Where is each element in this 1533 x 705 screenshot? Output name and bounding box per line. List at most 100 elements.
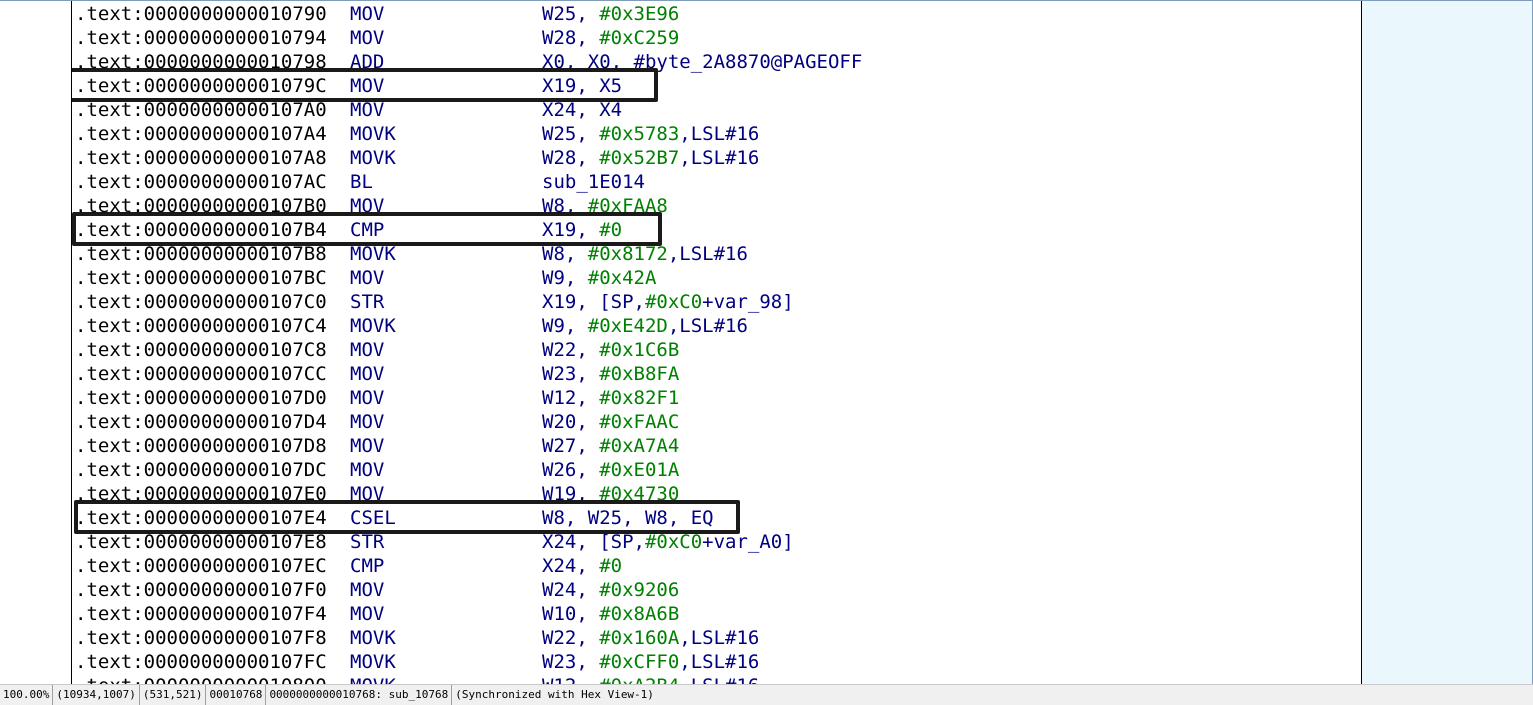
operand-immediate[interactable]: #0xCFF0 <box>599 651 679 673</box>
line-address[interactable]: .text:00000000000107F0 <box>75 578 327 602</box>
line-mnemonic[interactable]: MOV <box>350 602 384 626</box>
line-mnemonic[interactable]: MOVK <box>350 314 396 338</box>
operand-text[interactable]: W24, <box>542 579 599 601</box>
operand-text[interactable]: W22, <box>542 627 599 649</box>
line-mnemonic[interactable]: MOVK <box>350 674 396 684</box>
line-mnemonic[interactable]: MOVK <box>350 122 396 146</box>
line-address[interactable]: .text:00000000000107BC <box>75 266 327 290</box>
line-operands[interactable]: X24, [SP,#0xC0+var_A0] <box>542 530 794 554</box>
line-mnemonic[interactable]: MOV <box>350 458 384 482</box>
operand-text[interactable]: W25, <box>542 123 599 145</box>
operand-text[interactable]: W8, <box>542 195 588 217</box>
line-operands[interactable]: X24, X4 <box>542 98 622 122</box>
operand-text[interactable]: W19, <box>542 483 599 505</box>
line-address[interactable]: .text:00000000000107CC <box>75 362 327 386</box>
line-operands[interactable]: W20, #0xFAAC <box>542 410 679 434</box>
line-address[interactable]: .text:00000000000107B4 <box>75 218 327 242</box>
operand-immediate[interactable]: #0x3E96 <box>599 3 679 25</box>
line-address[interactable]: .text:00000000000107C4 <box>75 314 327 338</box>
line-address[interactable]: .text:00000000000107E4 <box>75 506 327 530</box>
line-operands[interactable]: W22, #0x160A,LSL#16 <box>542 626 759 650</box>
operand-text[interactable]: ,LSL#16 <box>679 627 759 649</box>
operand-immediate[interactable]: #0x52B7 <box>599 147 679 169</box>
operand-immediate[interactable]: #0x5783 <box>599 123 679 145</box>
line-mnemonic[interactable]: MOV <box>350 482 384 506</box>
operand-immediate[interactable]: #0xE42D <box>588 315 668 337</box>
operand-immediate[interactable]: #0x8A6B <box>599 603 679 625</box>
line-mnemonic[interactable]: MOV <box>350 578 384 602</box>
operand-text[interactable]: W10, <box>542 603 599 625</box>
operand-text[interactable]: W8, W25, W8, EQ <box>542 507 714 529</box>
operand-text[interactable]: W20, <box>542 411 599 433</box>
line-mnemonic[interactable]: MOVK <box>350 146 396 170</box>
operand-text[interactable]: W9, <box>542 315 588 337</box>
operand-text[interactable]: X24, <box>542 555 599 577</box>
operand-immediate[interactable]: #0x9206 <box>599 579 679 601</box>
line-operands[interactable]: W8, #0xFAA8 <box>542 194 668 218</box>
operand-text[interactable]: X19, X5 <box>542 75 622 97</box>
disassembly-listing[interactable]: .text:0000000000010790 MOV W25, #0x3E96 .te… <box>72 1 1361 684</box>
operand-immediate[interactable]: #0xC0 <box>645 531 702 553</box>
operand-immediate[interactable]: #0xFAA8 <box>588 195 668 217</box>
line-operands[interactable]: X24, #0 <box>542 554 622 578</box>
line-mnemonic[interactable]: MOV <box>350 410 384 434</box>
line-operands[interactable]: W9, #0xE42D,LSL#16 <box>542 314 748 338</box>
operand-immediate[interactable]: #0xB8FA <box>599 363 679 385</box>
line-address[interactable]: .text:00000000000107C0 <box>75 290 327 314</box>
line-operands[interactable]: W26, #0xE01A <box>542 458 679 482</box>
operand-immediate[interactable]: #0x160A <box>599 627 679 649</box>
line-mnemonic[interactable]: CMP <box>350 554 384 578</box>
operand-immediate[interactable]: #0x8172 <box>588 243 668 265</box>
operand-text[interactable]: W22, <box>542 339 599 361</box>
operand-text[interactable]: W28, <box>542 147 599 169</box>
operand-text[interactable]: ,LSL#16 <box>679 147 759 169</box>
operand-text[interactable]: ,LSL#16 <box>668 315 748 337</box>
line-address[interactable]: .text:00000000000107B0 <box>75 194 327 218</box>
operand-immediate[interactable]: #0xE01A <box>599 459 679 481</box>
operand-text[interactable]: ,LSL#16 <box>679 675 759 684</box>
operand-immediate[interactable]: #0x1C6B <box>599 339 679 361</box>
operand-text[interactable]: X24, [SP, <box>542 531 645 553</box>
line-address[interactable]: .text:00000000000107D8 <box>75 434 327 458</box>
line-mnemonic[interactable]: MOV <box>350 74 384 98</box>
operand-immediate[interactable]: #0xA2B4 <box>599 675 679 684</box>
line-address[interactable]: .text:0000000000010800 <box>75 674 327 684</box>
line-mnemonic[interactable]: MOVK <box>350 242 396 266</box>
operand-text[interactable]: W8, <box>542 243 588 265</box>
operand-text[interactable]: ,LSL#16 <box>679 651 759 673</box>
line-mnemonic[interactable]: MOV <box>350 194 384 218</box>
line-address[interactable]: .text:00000000000107E0 <box>75 482 327 506</box>
line-address[interactable]: .text:00000000000107B8 <box>75 242 327 266</box>
line-operands[interactable]: W8, #0x8172,LSL#16 <box>542 242 748 266</box>
operand-immediate[interactable]: #0xC0 <box>645 291 702 313</box>
operand-text[interactable]: W12, <box>542 387 599 409</box>
operand-text[interactable]: W23, <box>542 651 599 673</box>
line-operands[interactable]: W25, #0x3E96 <box>542 2 679 26</box>
line-mnemonic[interactable]: STR <box>350 530 384 554</box>
line-operands[interactable]: W8, W25, W8, EQ <box>542 506 714 530</box>
operand-text[interactable]: ,LSL#16 <box>668 243 748 265</box>
line-operands[interactable]: X19, X5 <box>542 74 622 98</box>
line-operands[interactable]: W10, #0x8A6B <box>542 602 679 626</box>
operand-immediate[interactable]: #0x82F1 <box>599 387 679 409</box>
line-address[interactable]: .text:0000000000010798 <box>75 50 327 74</box>
line-address[interactable]: .text:000000000001079C <box>75 74 327 98</box>
line-address[interactable]: .text:00000000000107D4 <box>75 410 327 434</box>
line-operands[interactable]: W22, #0x1C6B <box>542 338 679 362</box>
operand-immediate[interactable]: #0 <box>599 555 622 577</box>
operand-immediate[interactable]: #0 <box>599 219 622 241</box>
line-operands[interactable]: X19, #0 <box>542 218 622 242</box>
line-address[interactable]: .text:00000000000107AC <box>75 170 327 194</box>
operand-text[interactable]: W9, <box>542 267 588 289</box>
operand-text[interactable]: W26, <box>542 459 599 481</box>
line-operands[interactable]: W19, #0x4730 <box>542 482 679 506</box>
operand-immediate[interactable]: #0xFAAC <box>599 411 679 433</box>
line-mnemonic[interactable]: MOV <box>350 362 384 386</box>
operand-text[interactable]: W27, <box>542 435 599 457</box>
operand-text[interactable]: ,LSL#16 <box>679 123 759 145</box>
operand-text[interactable]: W12, <box>542 675 599 684</box>
line-address[interactable]: .text:00000000000107EC <box>75 554 327 578</box>
operand-text[interactable]: +var_98] <box>702 291 794 313</box>
line-mnemonic[interactable]: CSEL <box>350 506 396 530</box>
line-mnemonic[interactable]: MOV <box>350 26 384 50</box>
